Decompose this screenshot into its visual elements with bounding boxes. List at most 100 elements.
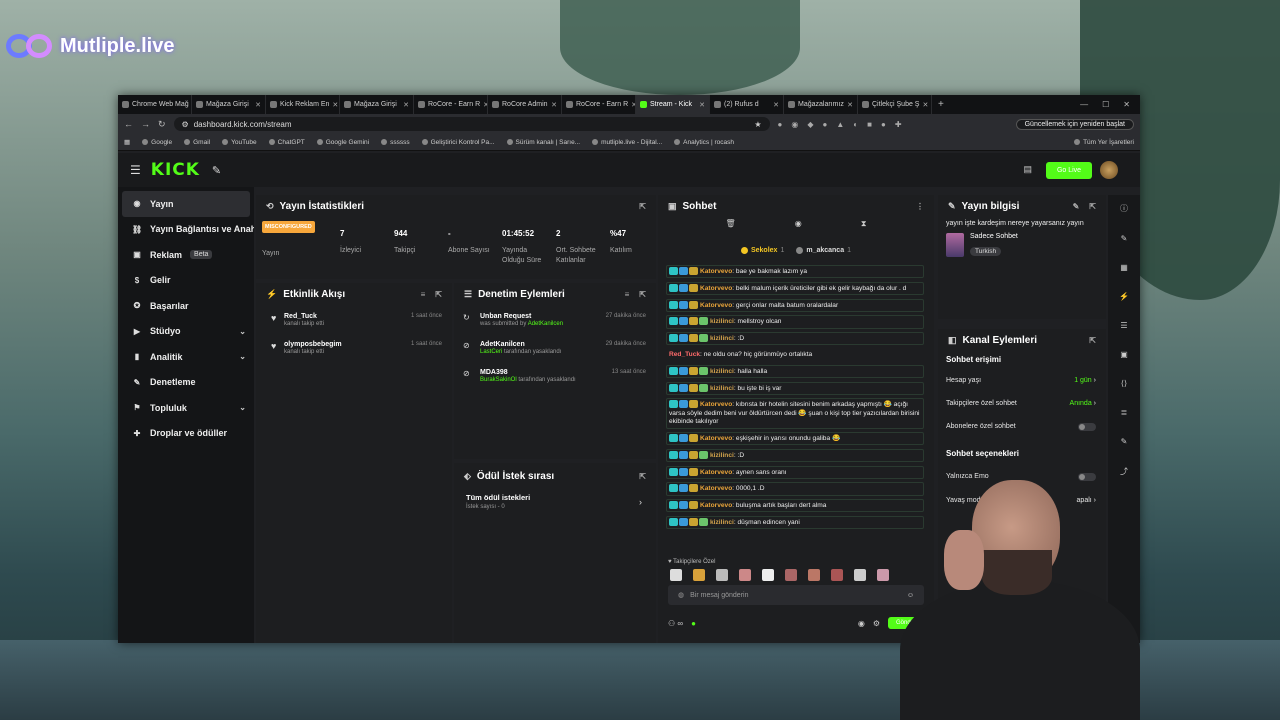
emote-icon[interactable] xyxy=(762,569,774,581)
reload-icon[interactable]: ↻ xyxy=(158,119,166,130)
url-field[interactable]: ⚙ dashboard.kick.com/stream ★ xyxy=(173,117,770,131)
sidebar-item-4[interactable]: $ Gelir xyxy=(118,268,254,294)
pinned-user[interactable]: Sekolex 1 xyxy=(740,247,784,254)
hourglass-icon[interactable]: ⧗ xyxy=(861,219,867,229)
bolt-icon[interactable]: ⚡ xyxy=(1119,292,1129,301)
expand-icon[interactable]: ⇱ xyxy=(639,472,646,481)
sidebar-item-5[interactable]: ✪ Başarılar xyxy=(118,293,254,319)
sidebar-item-2[interactable]: ⛓ Yayın Bağlantısı ve Anahtarı xyxy=(118,217,254,243)
bookmark-item[interactable]: mutliple.live - Dijital... xyxy=(592,139,662,146)
menu-icon[interactable]: ☰ xyxy=(130,163,141,177)
chat-username[interactable]: kizilinci xyxy=(710,519,734,526)
extension-icon[interactable]: ● xyxy=(778,120,783,129)
sidebar-item-7[interactable]: ▮ Analitik ⌄ xyxy=(118,344,254,370)
chat-username[interactable]: Katorvevo xyxy=(700,268,732,275)
browser-tab[interactable]: RoCore - Earn R✕ xyxy=(562,95,636,114)
browser-tab[interactable]: Mağaza Girişi ✕ xyxy=(192,95,266,114)
tab-close-icon[interactable]: ✕ xyxy=(773,101,779,109)
bookmark-item[interactable]: ssssss xyxy=(381,139,410,146)
tab-close-icon[interactable]: ✕ xyxy=(332,101,338,109)
close-icon[interactable]: ✕ xyxy=(1123,100,1130,109)
forward-icon[interactable]: → xyxy=(141,119,150,129)
kick-logo[interactable]: KICK xyxy=(151,160,200,180)
extension-icon[interactable]: ◐ xyxy=(853,120,858,129)
browser-tab[interactable]: Chrome Web Mağ✕ xyxy=(118,95,192,114)
pinned-user[interactable]: m_akcanca 1 xyxy=(796,247,851,254)
update-button[interactable]: Güncellemek için yeniden başlat xyxy=(1015,118,1134,130)
avatar[interactable] xyxy=(1100,161,1118,179)
tab-close-icon[interactable]: ✕ xyxy=(699,101,705,109)
chat-username[interactable]: kizilinci xyxy=(710,384,734,391)
sidebar-item-3[interactable]: ▣ Reklam Beta xyxy=(118,242,254,268)
bookmark-star-icon[interactable]: ★ xyxy=(754,120,761,129)
emote-icon[interactable] xyxy=(716,569,728,581)
stack-icon[interactable]: ≣ xyxy=(1121,408,1128,417)
bookmark-item[interactable]: Sürüm kanalı | Sarıe... xyxy=(506,139,580,146)
emote-icon[interactable] xyxy=(854,569,866,581)
moderation-actor[interactable]: LastCeri xyxy=(480,349,502,355)
tab-close-icon[interactable]: ✕ xyxy=(922,101,928,109)
bookmark-item[interactable]: Gmail xyxy=(184,139,210,146)
trash-icon[interactable]: 🗑 xyxy=(726,219,736,229)
back-icon[interactable]: ← xyxy=(124,119,133,129)
expand-icon[interactable]: ⇱ xyxy=(1089,202,1096,211)
wrench-icon[interactable]: ✎ xyxy=(1121,437,1128,446)
extension-icon[interactable]: ■ xyxy=(867,120,872,129)
emote-icon[interactable] xyxy=(693,569,705,581)
chat-username[interactable]: Katorvevo xyxy=(700,468,732,475)
bookmark-item[interactable]: ChatGPT xyxy=(268,139,305,146)
expand-icon[interactable]: ⇱ xyxy=(1089,336,1096,345)
users-icon[interactable]: ⚇ ∞ xyxy=(668,619,683,628)
extension-icon[interactable]: ● xyxy=(823,120,828,129)
chat-username[interactable]: kizilinci xyxy=(710,318,734,325)
chat-icon[interactable]: ▣ xyxy=(1120,350,1128,359)
puzzle-icon[interactable]: ✚ xyxy=(895,120,902,129)
all-bookmarks[interactable]: Tüm Yer İşaretleri xyxy=(1074,139,1134,146)
emote-icon[interactable] xyxy=(831,569,843,581)
sidebar-item-10[interactable]: ✚ Droplar ve ödüller xyxy=(118,421,254,447)
gear-icon[interactable]: ⚙ xyxy=(873,619,880,628)
moderation-actor[interactable]: BurakSakinOl xyxy=(480,377,517,383)
extension-icon[interactable]: ▲ xyxy=(836,120,844,129)
chat-username[interactable]: Katorvevo xyxy=(700,301,732,308)
emote-icon[interactable] xyxy=(877,569,889,581)
browser-tab[interactable]: Çitlekçi Şube Ş ✕ xyxy=(858,95,932,114)
bookmark-item[interactable]: Google Gemini xyxy=(316,139,369,146)
all-rewards-row[interactable]: Tüm ödül istekleri İstek sayısı - 0 › xyxy=(454,487,656,516)
chat-username[interactable]: Katorvevo xyxy=(700,401,732,408)
bookmark-item[interactable]: Analytics | rocash xyxy=(674,139,734,146)
site-info-icon[interactable]: ⚙ xyxy=(182,120,189,129)
expand-icon[interactable]: ⇱ xyxy=(435,290,442,299)
browser-tab[interactable]: Mağazalarımız ✕ xyxy=(784,95,858,114)
expand-icon[interactable]: ⇱ xyxy=(639,202,646,211)
chat-username[interactable]: kizilinci xyxy=(710,335,734,342)
account-age-row[interactable]: Hesap yaşı 1 gün › xyxy=(946,377,1096,384)
info-icon[interactable]: ⓘ xyxy=(1120,203,1128,214)
moderation-actor[interactable]: AdetKanilcen xyxy=(528,321,563,327)
new-tab-button[interactable]: + xyxy=(932,99,950,110)
sidebar-item-8[interactable]: ✎ Denetleme xyxy=(118,370,254,396)
sidebar-item-9[interactable]: ⚑ Topluluk ⌄ xyxy=(118,395,254,421)
studio-icon[interactable]: ▤ xyxy=(1023,164,1032,175)
browser-tab[interactable]: Mağaza Girişi ✕ xyxy=(340,95,414,114)
code-icon[interactable]: ⟨⟩ xyxy=(1121,379,1127,388)
chat-bubble-icon[interactable]: ◉ xyxy=(795,219,802,229)
browser-tab[interactable]: (2) Rufus d ✕ xyxy=(710,95,784,114)
extension-icon[interactable]: ◉ xyxy=(791,120,798,129)
wrench-icon[interactable]: ✎ xyxy=(212,164,221,177)
chat-username[interactable]: Katorvevo xyxy=(700,285,732,292)
chat-username[interactable]: kizilinci xyxy=(710,452,734,459)
extension-icon[interactable]: ◆ xyxy=(807,120,813,129)
extension-icon[interactable]: ● xyxy=(881,120,886,129)
tab-close-icon[interactable]: ✕ xyxy=(403,101,409,109)
chat-username[interactable]: kizilinci xyxy=(710,368,734,375)
more-icon[interactable]: ⋮ xyxy=(916,202,924,211)
minimize-icon[interactable]: — xyxy=(1080,100,1088,109)
browser-tab[interactable]: Stream - Kick ✕ xyxy=(636,95,710,114)
tab-close-icon[interactable]: ✕ xyxy=(551,101,557,109)
sidebar-item-6[interactable]: ▶ Stüdyo ⌄ xyxy=(118,319,254,345)
chat-input[interactable]: ◍ Bir mesaj gönderin ☺ xyxy=(668,585,924,605)
chat-settings-bubble-icon[interactable]: ◉ xyxy=(858,619,865,628)
bookmark-item[interactable]: Google xyxy=(142,139,172,146)
maximize-icon[interactable]: ☐ xyxy=(1102,100,1109,109)
